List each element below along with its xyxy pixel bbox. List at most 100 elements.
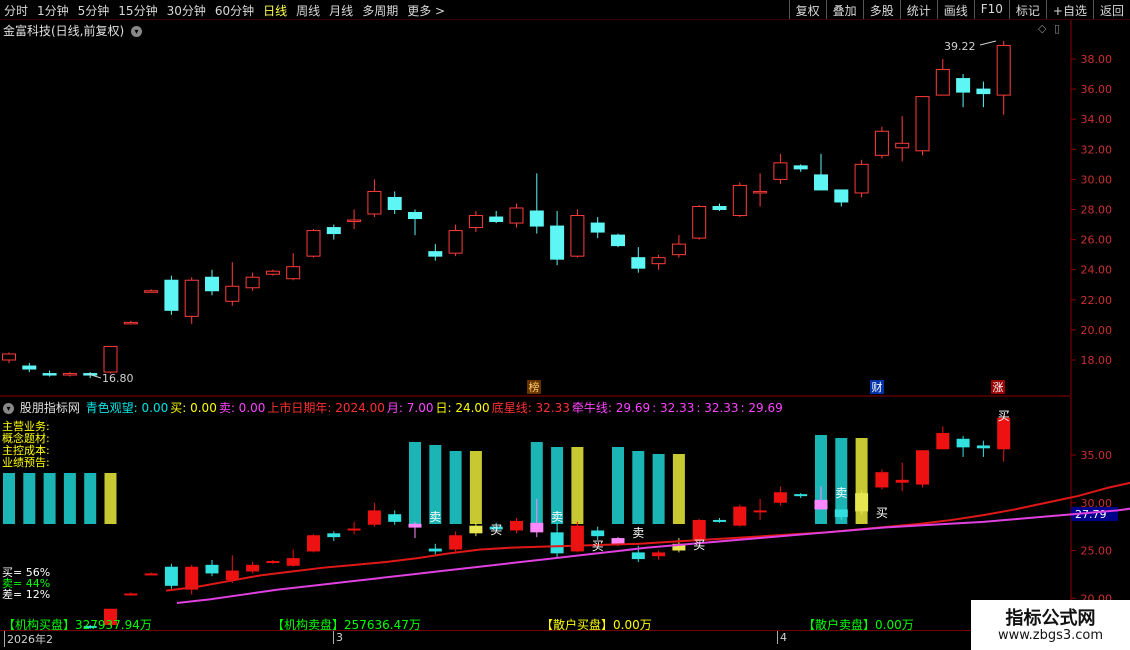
indicator-name: 股朋指标网: [19, 401, 80, 415]
buy-signal-label: 买: [693, 538, 705, 552]
ind-candle-body: [388, 514, 402, 522]
candle-body: [874, 130, 889, 156]
candle-body: [347, 219, 362, 223]
high-pointer: [979, 40, 997, 46]
candle-body: [144, 290, 159, 293]
candle-body: [529, 210, 544, 227]
y-tick-label: 34.00: [1081, 113, 1113, 126]
buy-signal-label: 买: [876, 506, 888, 520]
buy-sell-percent: 买= 56% 卖= 44% 差= 12%: [2, 567, 50, 600]
sell-signal-label: 卖: [429, 510, 441, 524]
event-marker-label: 财: [872, 380, 883, 394]
indicator-value: : 32.33: [696, 401, 739, 415]
ind-y-tick-label: 25.00: [1081, 545, 1113, 558]
ind-candle-body: [428, 548, 442, 552]
ind-candle-body: [631, 552, 645, 560]
ind-candle-body: [510, 520, 523, 531]
ind-candle-body: [449, 535, 463, 550]
high-price-label: 39.22: [944, 40, 976, 53]
ind-candle-body: [266, 561, 280, 564]
signal-column: [652, 454, 665, 524]
signal-column: [409, 442, 421, 524]
candle-body: [976, 88, 991, 95]
date-tick: 3: [333, 631, 343, 644]
candle-body: [2, 353, 16, 361]
candle-body: [225, 285, 240, 302]
candle-body: [651, 257, 666, 265]
kline-chart[interactable]: 38.00 36.00 34.00 32.00 30.00 28.00 26.00 24.00…: [0, 0, 1130, 650]
ind-candle-body: [794, 494, 808, 497]
signal-column: [449, 451, 462, 524]
signal-column: [632, 451, 645, 524]
candle-body: [935, 69, 950, 96]
y-tick-label: 30.00: [1081, 173, 1113, 186]
candle-body: [712, 205, 727, 211]
candle-body: [468, 215, 483, 229]
candle-body: [570, 215, 585, 257]
y-tick-label: 28.00: [1081, 204, 1113, 217]
candle-body: [286, 266, 301, 280]
ind-candle-body: [570, 525, 584, 552]
ind-candle-body: [773, 492, 787, 503]
candle-body: [306, 230, 321, 257]
signal-column: [23, 473, 36, 524]
indicator-header: ▾ 股朋指标网 青色观望: 0.00 买: 0.00 卖: 0.00 上市日期年: 2…: [3, 399, 785, 416]
ind-candle-body: [367, 510, 381, 525]
ind-candle-body: [916, 450, 929, 485]
candle-body: [956, 78, 971, 93]
candle-body: [834, 189, 849, 203]
ind-candle-body: [855, 493, 869, 512]
signal-column: [43, 473, 56, 524]
ind-candle-body: [753, 510, 767, 513]
ind-candle-body: [956, 438, 970, 448]
candle-body: [265, 270, 280, 275]
date-tick: 2026年2: [4, 631, 53, 647]
candle-body: [692, 205, 707, 239]
ind-candle-body: [976, 445, 990, 449]
candle-body: [387, 196, 402, 211]
candle-body: [22, 365, 37, 370]
signal-column: [815, 435, 827, 524]
ind-candle-body: [327, 533, 341, 538]
chevron-down-icon[interactable]: ▾: [3, 403, 14, 414]
candle-body: [509, 207, 524, 224]
event-marker-label: 榜: [529, 380, 540, 394]
indicator-side-labels: 主营业务: 概念题材: 主控成本: 业绩预告:: [2, 421, 50, 469]
watermark-logo: 指标公式网 www.zbgs3.com: [971, 600, 1130, 650]
ind-candle-body: [692, 519, 706, 540]
ind-candle-body: [144, 573, 158, 576]
ind-candle-body: [408, 523, 422, 528]
date-tick: 4: [777, 631, 787, 644]
ind-candle-body: [936, 433, 950, 450]
ind-candle-body: [164, 566, 178, 586]
indicator-value: 底星线: 32.33: [491, 401, 570, 415]
percent-label: 差= 12%: [2, 588, 51, 601]
candle-body: [448, 230, 463, 254]
signal-column: [84, 473, 97, 524]
y-tick-label: 32.00: [1081, 143, 1113, 156]
indicator-value: : 29.69: [740, 401, 783, 415]
y-tick-label: 24.00: [1081, 264, 1113, 277]
candle-body: [854, 163, 869, 194]
signal-column: [469, 451, 482, 524]
y-tick-label: 20.00: [1081, 324, 1113, 337]
candle-body: [732, 184, 747, 217]
ind-y-tick-label: 35.00: [1081, 449, 1113, 462]
event-marker-label: 涨: [993, 381, 1004, 394]
ind-candle-body: [286, 558, 300, 566]
indicator-value: 青色观望: 0.00: [85, 401, 169, 415]
candle-body: [184, 279, 199, 317]
side-label: 业绩预告:: [2, 456, 50, 469]
ind-candle-body: [307, 535, 320, 552]
sell-signal-label: 卖: [835, 486, 847, 500]
ind-candle-body: [814, 499, 828, 510]
candle-body: [996, 44, 1011, 96]
candle-body: [793, 165, 808, 170]
buy-signal-label: 买: [490, 523, 502, 537]
right-scroll-strip[interactable]: [1118, 20, 1130, 420]
candle-body: [671, 243, 686, 256]
candle-body: [631, 257, 646, 269]
indicator-value: 牵牛线: 29.69: [571, 401, 651, 415]
candle-body: [408, 212, 422, 220]
signal-column: [3, 473, 15, 524]
